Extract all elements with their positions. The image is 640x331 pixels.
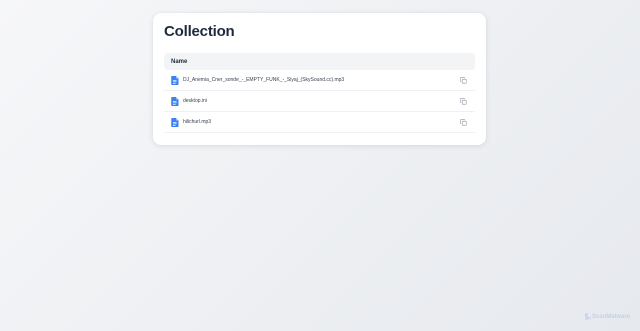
scanmalware-logo-icon [584, 313, 591, 320]
file-name-link[interactable]: hilichurl.mp3 [183, 119, 459, 125]
table-row: desktop.ini [164, 91, 475, 112]
file-document-icon [171, 75, 179, 85]
watermark: ScanMalware [584, 313, 630, 320]
copy-icon[interactable] [459, 97, 467, 105]
page-title: Collection [164, 23, 235, 40]
file-name-link[interactable]: DJ_Anemia_Cner_sonde_-_EMPTY_FUNK_-_Siya… [183, 77, 459, 83]
file-document-icon [171, 117, 179, 127]
file-name-link[interactable]: desktop.ini [183, 98, 459, 104]
column-header-name: Name [171, 58, 188, 65]
file-document-icon [171, 96, 179, 106]
table-header: Name [164, 53, 475, 70]
collection-card: Collection Name DJ_Anemia_Cner_sonde_-_E… [153, 13, 486, 145]
files-table: Name DJ_Anemia_Cner_sonde_-_EMPTY_FUNK_-… [164, 53, 475, 133]
copy-icon[interactable] [459, 118, 467, 126]
table-row: DJ_Anemia_Cner_sonde_-_EMPTY_FUNK_-_Siya… [164, 70, 475, 91]
table-row: hilichurl.mp3 [164, 112, 475, 133]
copy-icon[interactable] [459, 76, 467, 84]
watermark-text: ScanMalware [591, 313, 630, 320]
